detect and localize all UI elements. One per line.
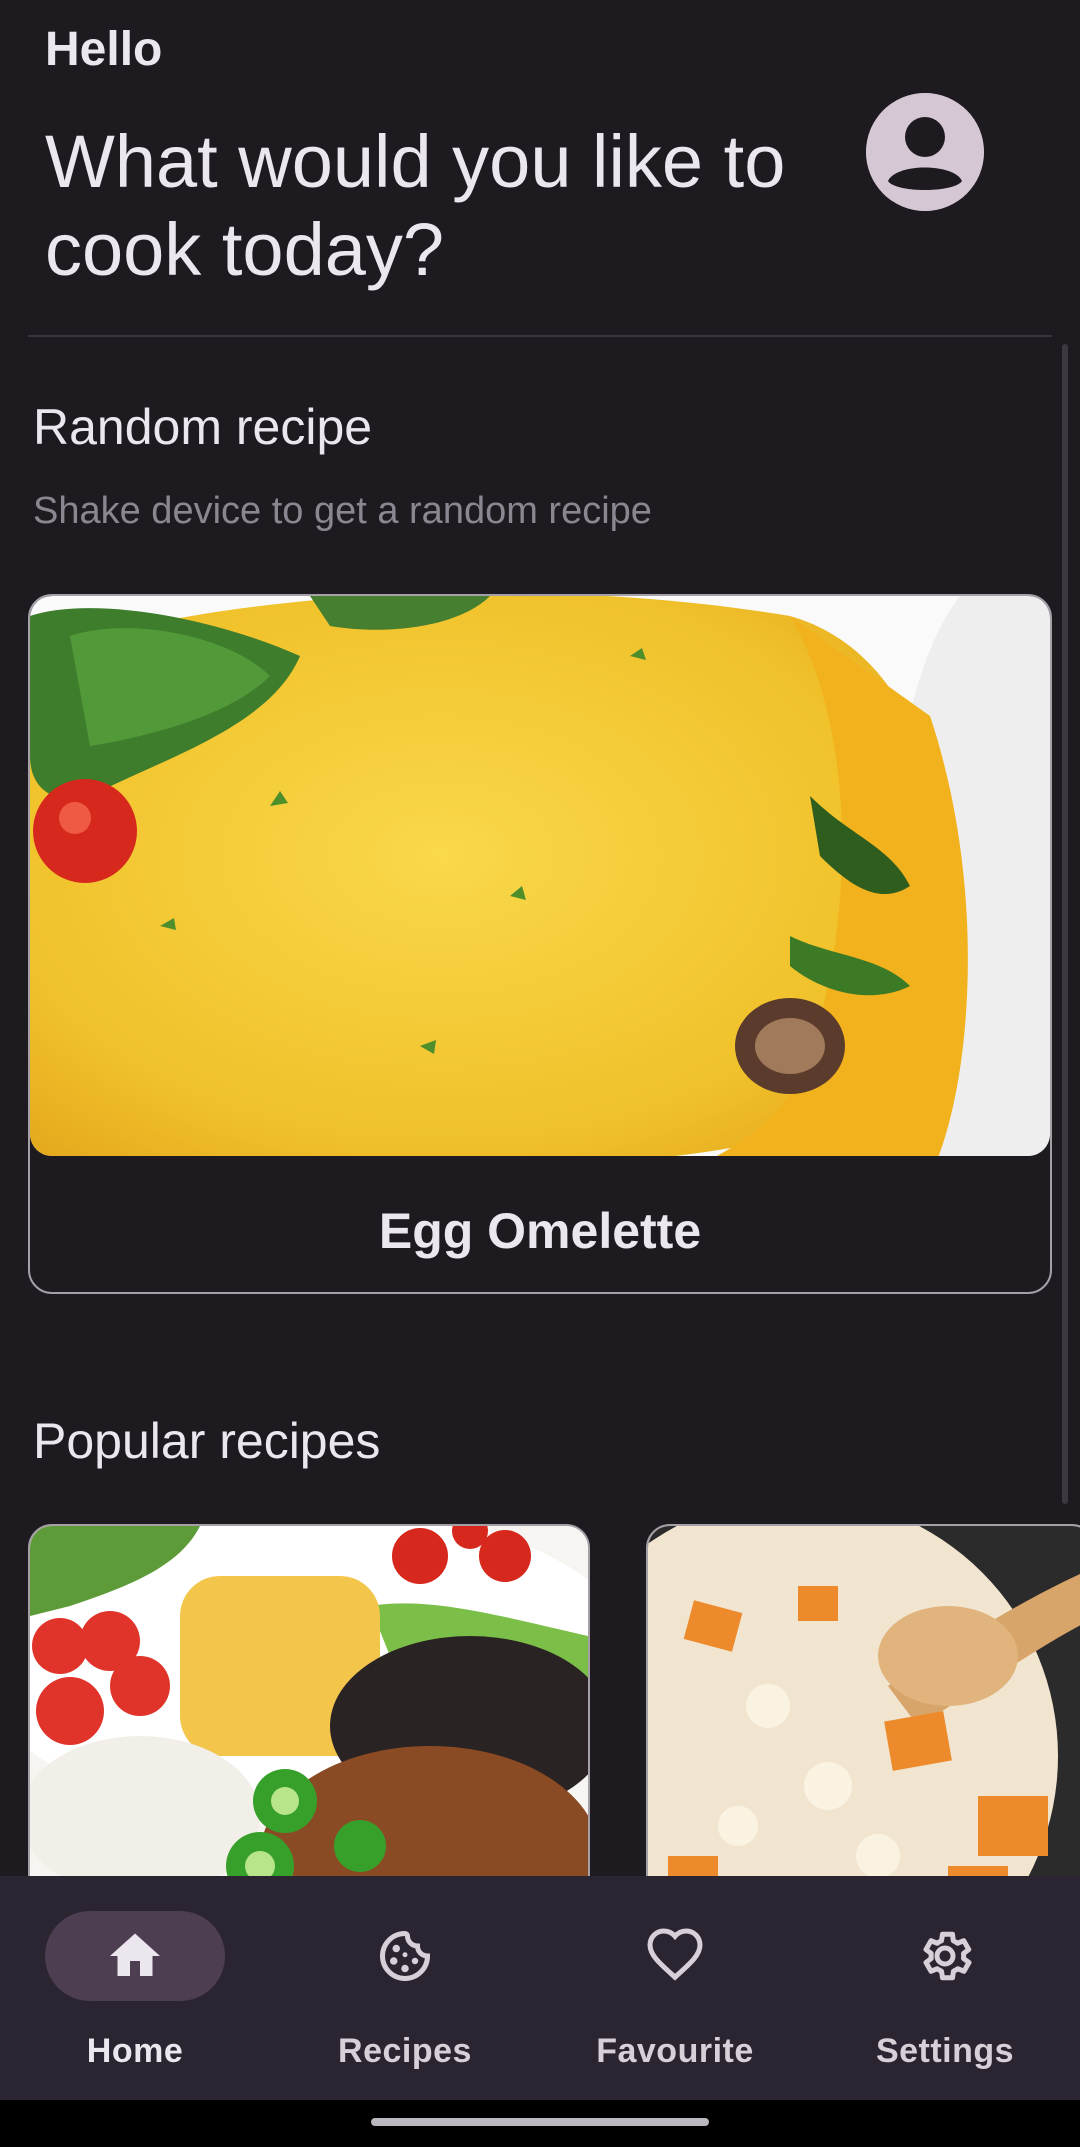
cookie-icon: [380, 1930, 431, 1981]
scrollbar[interactable]: [1062, 344, 1068, 1504]
recipe-image: [30, 596, 1050, 1156]
header-divider: [28, 335, 1052, 337]
home-icon: [110, 1933, 160, 1976]
home-screen: Hello What would you like to cook today?…: [0, 0, 1080, 2147]
avatar[interactable]: [866, 93, 984, 211]
gear-icon: [923, 1931, 972, 1981]
heart-icon: [647, 1928, 703, 1981]
gesture-handle[interactable]: [371, 2118, 709, 2126]
nav-label-recipes: Recipes: [338, 2032, 472, 2070]
recipe-title: Egg Omelette: [378, 1203, 702, 1259]
header: Hello What would you like to cook today?: [0, 0, 1080, 336]
nav-label-home: Home: [86, 2032, 184, 2070]
popular-recipes-heading: Popular recipes: [33, 1413, 381, 1469]
nav-label-favourite: Favourite: [596, 2032, 754, 2070]
nav-item-recipes[interactable]: Recipes: [270, 1876, 540, 2100]
nav-item-settings[interactable]: Settings: [810, 1876, 1080, 2100]
random-recipe-hint: Shake device to get a random recipe: [33, 490, 652, 532]
random-recipe-card[interactable]: Egg Omelette: [28, 594, 1052, 1294]
account-icon: [866, 93, 984, 211]
nav-item-favourite[interactable]: Favourite: [540, 1876, 810, 2100]
greeting: Hello: [45, 23, 163, 76]
random-recipe-heading: Random recipe: [33, 399, 373, 455]
nav-item-home[interactable]: Home: [0, 1876, 270, 2100]
nav-label-settings: Settings: [875, 2032, 1015, 2070]
page-title: What would you like to cook today?: [45, 120, 786, 291]
bottom-navigation: Home Recipes Favourite Settings: [0, 1876, 1080, 2100]
